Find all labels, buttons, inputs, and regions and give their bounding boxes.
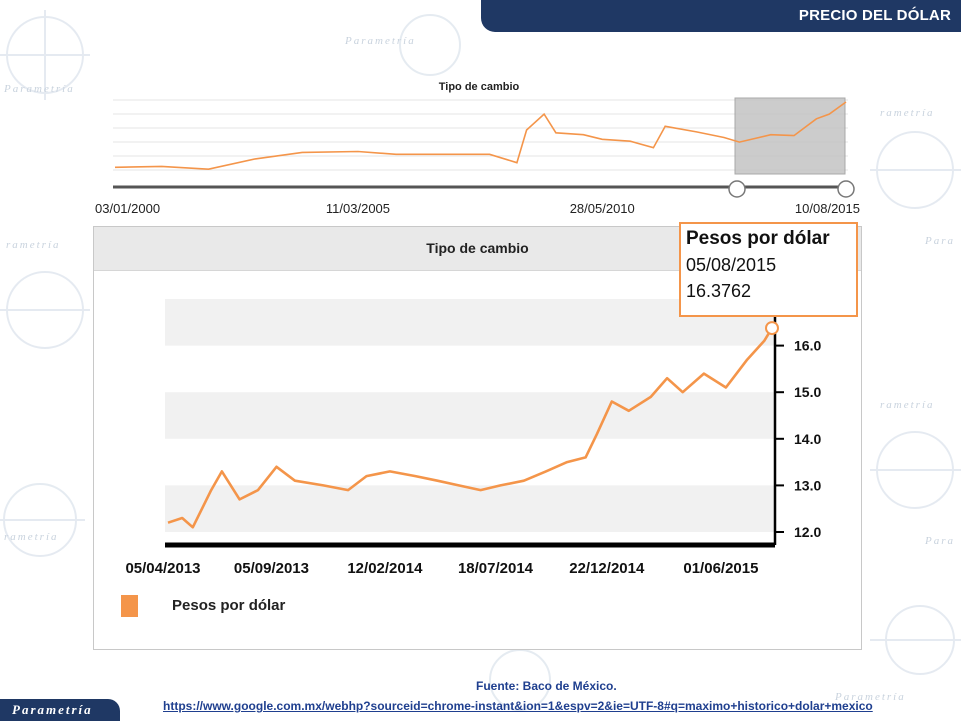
legend-label[interactable]: Pesos por dólar [172, 597, 285, 614]
x-tick-label: 05/09/2013 [234, 560, 309, 577]
plot-band [165, 392, 775, 439]
x-tick-label: 05/04/2013 [125, 560, 200, 577]
tooltip-series: Pesos por dólar [686, 228, 830, 249]
y-tick-label: 12.0 [794, 524, 821, 540]
tooltip-value: 16.3762 [686, 281, 752, 301]
x-tick-label: 01/06/2015 [683, 560, 758, 577]
tooltip: Pesos por dólar 05/08/2015 16.3762 [679, 222, 858, 317]
legend-swatch[interactable] [121, 595, 138, 617]
y-tick-label: 16.0 [794, 338, 821, 354]
logo-text: Parametría [12, 702, 93, 717]
hover-point[interactable] [765, 321, 779, 336]
plot-band [165, 485, 775, 532]
x-tick-label: 18/07/2014 [458, 560, 534, 577]
x-tick-label: 12/02/2014 [347, 560, 423, 577]
source-text: Fuente: Baco de México. [476, 679, 617, 693]
x-tick-label: 22/12/2014 [569, 560, 645, 577]
source-link[interactable]: https://www.google.com.mx/webhp?sourceid… [163, 699, 873, 713]
y-tick-label: 14.0 [794, 431, 821, 447]
y-tick-label: 15.0 [794, 384, 821, 400]
parametria-logo: Parametría [0, 699, 120, 721]
main-chart: 12.013.014.015.016.017.0 05/04/201305/09… [125, 291, 821, 577]
tooltip-date: 05/08/2015 [686, 255, 777, 275]
y-tick-label: 13.0 [794, 477, 821, 493]
